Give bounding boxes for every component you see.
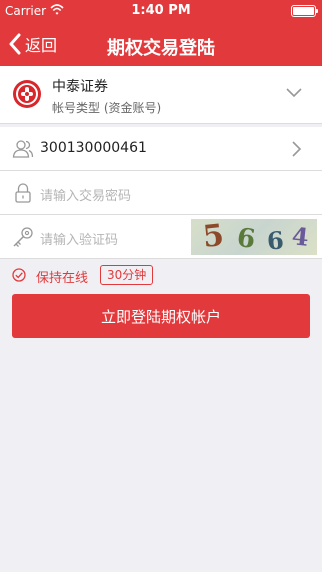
broker-name: 中泰证券 (52, 79, 108, 95)
account-type-label: 帐号类型 (资金账号) (52, 101, 162, 115)
captcha-char: 4 (290, 221, 311, 252)
online-duration-badge[interactable]: 30分钟 (100, 265, 154, 285)
chevron-right-icon (292, 141, 302, 157)
account-value: 300130000461 (40, 140, 147, 156)
keep-online-row: 保持在线 30分钟 (0, 262, 322, 288)
lock-icon (15, 183, 31, 203)
captcha-placeholder: 请输入验证码 (40, 233, 119, 248)
captcha-char: 6 (235, 222, 258, 255)
login-button[interactable]: 立即登陆期权帐户 (12, 294, 310, 338)
captcha-char: 5 (201, 219, 226, 255)
check-circle-icon[interactable] (12, 268, 26, 282)
clock: 1:40 PM (131, 3, 191, 18)
status-bar: Carrier 1:40 PM (0, 0, 322, 22)
broker-selector[interactable]: 中泰证券 帐号类型 (资金账号) (0, 66, 322, 124)
captcha-char: 6 (266, 225, 285, 255)
broker-logo-icon (13, 80, 41, 108)
password-field[interactable]: 请输入交易密码 (0, 171, 322, 215)
chevron-down-icon (286, 88, 302, 98)
keep-online-label: 保持在线 (36, 271, 89, 286)
key-icon (13, 227, 33, 247)
account-field[interactable]: 300130000461 (0, 127, 322, 171)
user-icon (12, 140, 34, 158)
password-placeholder: 请输入交易密码 (40, 189, 132, 204)
navigation-bar: 返回 期权交易登陆 (0, 22, 322, 66)
captcha-image[interactable]: 5 6 6 4 (191, 219, 317, 255)
captcha-field[interactable]: 请输入验证码 5 6 6 4 (0, 215, 322, 259)
page-title: 期权交易登陆 (107, 38, 215, 59)
battery-icon (291, 5, 318, 17)
